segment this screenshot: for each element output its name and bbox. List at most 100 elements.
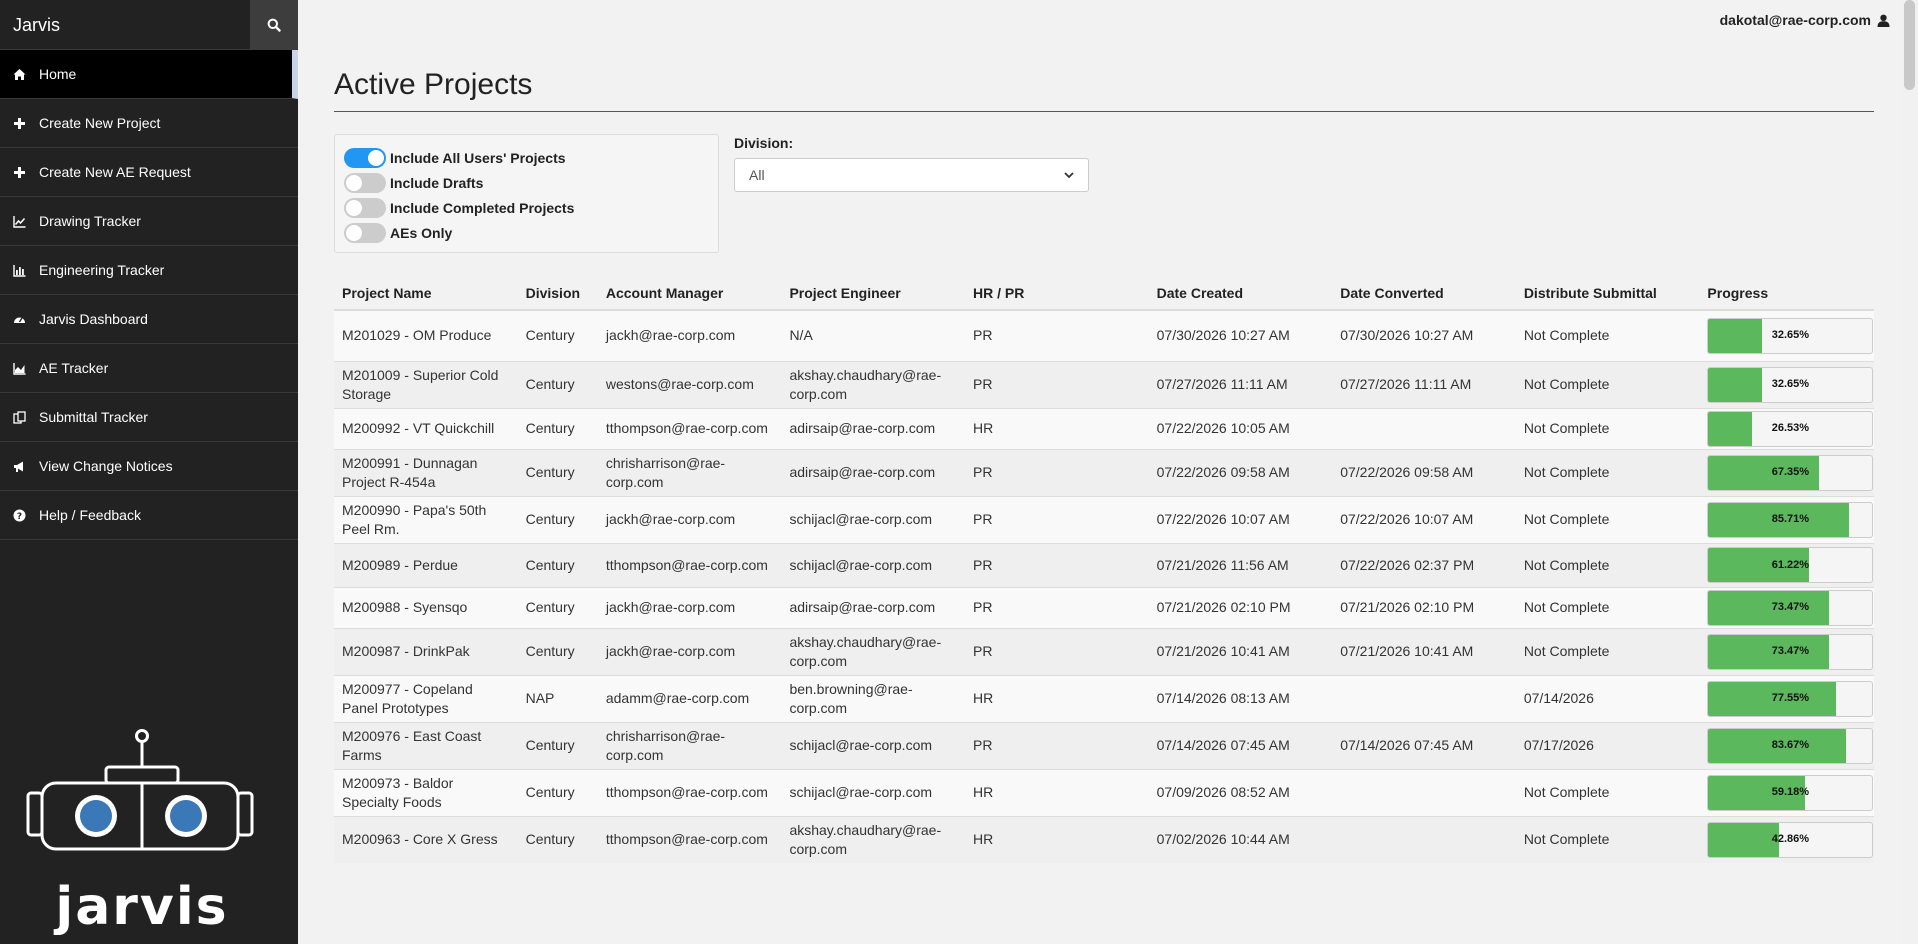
column-header[interactable]: Project Name: [334, 276, 518, 311]
user-menu[interactable]: dakotal@rae-corp.com: [1720, 12, 1890, 28]
hr-pr-cell: PR: [965, 309, 1149, 361]
project-engineer-cell: schijacl@rae-corp.com: [781, 495, 966, 543]
sidebar-item-submittal-tracker[interactable]: Submittal Tracker: [0, 393, 298, 442]
progress-label: 85.71%: [1771, 513, 1810, 525]
date-created-cell: 07/22/2026 10:07 AM: [1148, 495, 1333, 543]
column-header[interactable]: Account Manager: [597, 276, 782, 311]
sidebar-item-label: Engineering Tracker: [39, 262, 165, 278]
column-header[interactable]: Distribute Submittal: [1515, 276, 1700, 311]
table-row[interactable]: M200988 - Syensqo Century jackh@rae-corp.c…: [334, 586, 1874, 628]
progress-cell: 73.47%: [1699, 586, 1874, 628]
project-engineer-cell: adirsaip@rae-corp.com: [781, 448, 966, 496]
table-body: M201029 - OM Produce Century jackh@rae-cor…: [334, 309, 1874, 863]
plus-icon: [13, 117, 39, 130]
sidebar-item-home[interactable]: Home: [0, 50, 298, 99]
toggle-switch[interactable]: [344, 222, 386, 243]
toggle-switch[interactable]: [344, 197, 386, 218]
toggle-label: Include All Users' Projects: [390, 149, 566, 166]
sidebar-item-label: Jarvis Dashboard: [39, 311, 148, 327]
question-circle-icon: ?: [13, 509, 39, 522]
hr-pr-cell: HR: [965, 768, 1149, 816]
account-manager-cell: jackh@rae-corp.com: [597, 586, 782, 628]
scrollbar[interactable]: [1901, 0, 1918, 944]
sidebar-item-drawing-tracker[interactable]: Drawing Tracker: [0, 197, 298, 246]
progress-cell: 26.53%: [1699, 407, 1874, 449]
column-header[interactable]: Progress: [1699, 276, 1874, 311]
toggle-knob: [346, 224, 362, 241]
account-manager-cell: tthompson@rae-corp.com: [597, 542, 782, 587]
distribute-submittal-cell: 07/14/2026: [1515, 674, 1700, 722]
project-engineer-cell: schijacl@rae-corp.com: [781, 542, 966, 587]
table-row[interactable]: M200987 - DrinkPak Century jackh@rae-corp.…: [334, 627, 1874, 675]
progress-cell: 59.18%: [1699, 768, 1874, 816]
column-header[interactable]: Date Created: [1148, 276, 1333, 311]
user-icon: [1877, 14, 1890, 27]
column-header[interactable]: Division: [517, 276, 598, 311]
column-header[interactable]: HR / PR: [965, 276, 1149, 311]
sidebar-item-help-feedback[interactable]: ? Help / Feedback: [0, 491, 298, 540]
sidebar-header: Jarvis: [0, 0, 298, 50]
table-row[interactable]: M201009 - Superior Cold Storage Century we…: [334, 360, 1874, 408]
date-created-cell: 07/02/2026 10:44 AM: [1148, 815, 1333, 863]
date-created-cell: 07/27/2026 11:11 AM: [1148, 360, 1333, 408]
progress-cell: 32.65%: [1699, 360, 1874, 408]
table-row[interactable]: M200963 - Core X Gress Century tthompson@r…: [334, 815, 1874, 863]
date-created-cell: 07/14/2026 07:45 AM: [1148, 721, 1333, 769]
table-row[interactable]: M200992 - VT Quickchill Century tthompson@…: [334, 407, 1874, 449]
sidebar-item-engineering-tracker[interactable]: Engineering Tracker: [0, 246, 298, 295]
division-cell: Century: [517, 360, 598, 408]
table-row[interactable]: M200989 - Perdue Century tthompson@rae-cor…: [334, 542, 1874, 587]
project-name-cell: M200963 - Core X Gress: [334, 815, 518, 863]
project-engineer-cell: akshay.chaudhary@rae-corp.com: [781, 815, 966, 863]
toggle-knob: [346, 174, 362, 191]
division-cell: Century: [517, 542, 598, 587]
progress-label: 77.55%: [1771, 692, 1810, 704]
progress-label: 73.47%: [1771, 601, 1810, 613]
table-row[interactable]: M200973 - Baldor Specialty Foods Century t…: [334, 768, 1874, 816]
hr-pr-cell: PR: [965, 721, 1149, 769]
table-row[interactable]: M200976 - East Coast Farms Century chrisha…: [334, 721, 1874, 769]
progress-bar: 85.71%: [1707, 501, 1874, 538]
project-engineer-cell: adirsaip@rae-corp.com: [781, 407, 966, 449]
table-row[interactable]: M200990 - Papa's 50th Peel Rm. Century jac…: [334, 495, 1874, 543]
toggle-label: Include Drafts: [390, 174, 484, 191]
logo-text: jarvis: [53, 877, 228, 937]
division-label: Division:: [734, 135, 794, 151]
sidebar-item-label: AE Tracker: [39, 360, 109, 376]
filter-include-completed-projects: Include Completed Projects: [344, 195, 709, 220]
project-name-cell: M200988 - Syensqo: [334, 586, 518, 628]
progress-bar: 77.55%: [1707, 680, 1874, 717]
sidebar-item-label: Drawing Tracker: [39, 213, 141, 229]
progress-bar: 67.35%: [1707, 454, 1874, 491]
sidebar-item-ae-tracker[interactable]: AE Tracker: [0, 344, 298, 393]
sidebar-item-create-new-ae-request[interactable]: Create New AE Request: [0, 148, 298, 197]
sidebar-item-create-new-project[interactable]: Create New Project: [0, 99, 298, 148]
progress-label: 61.22%: [1771, 558, 1810, 571]
table-row[interactable]: M200977 - Copeland Panel Prototypes NAP ad…: [334, 674, 1874, 722]
sidebar: Jarvis Home Create New Project Create New …: [0, 0, 298, 944]
table-row[interactable]: M200991 - Dunnagan Project R-454a Century…: [334, 448, 1874, 496]
jarvis-logo: jarvis: [26, 729, 254, 937]
search-button[interactable]: [250, 0, 298, 50]
project-name-cell: M200992 - VT Quickchill: [334, 407, 518, 449]
sidebar-item-view-change-notices[interactable]: View Change Notices: [0, 442, 298, 491]
division-select[interactable]: All: [734, 158, 1089, 192]
date-converted-cell: 07/21/2026 10:41 AM: [1332, 627, 1516, 675]
date-converted-cell: 07/21/2026 02:10 PM: [1332, 586, 1516, 628]
toggle-switch[interactable]: [344, 147, 386, 168]
filter-aes-only: AEs Only: [344, 220, 709, 245]
hr-pr-cell: PR: [965, 586, 1149, 628]
column-header[interactable]: Date Converted: [1332, 276, 1516, 311]
project-name-cell: M200973 - Baldor Specialty Foods: [334, 768, 518, 816]
column-header[interactable]: Project Engineer: [781, 276, 966, 311]
progress-label: 59.18%: [1771, 786, 1810, 798]
line-chart-icon: [13, 215, 39, 228]
progress-bar: 32.65%: [1707, 317, 1874, 354]
table-row[interactable]: M201029 - OM Produce Century jackh@rae-cor…: [334, 309, 1874, 361]
progress-label: 32.65%: [1771, 329, 1810, 342]
plus-icon: [13, 166, 39, 179]
sidebar-item-jarvis-dashboard[interactable]: Jarvis Dashboard: [0, 295, 298, 344]
chevron-down-icon: [1064, 171, 1074, 178]
toggle-switch[interactable]: [344, 172, 386, 193]
scrollbar-thumb[interactable]: [1904, 0, 1915, 90]
